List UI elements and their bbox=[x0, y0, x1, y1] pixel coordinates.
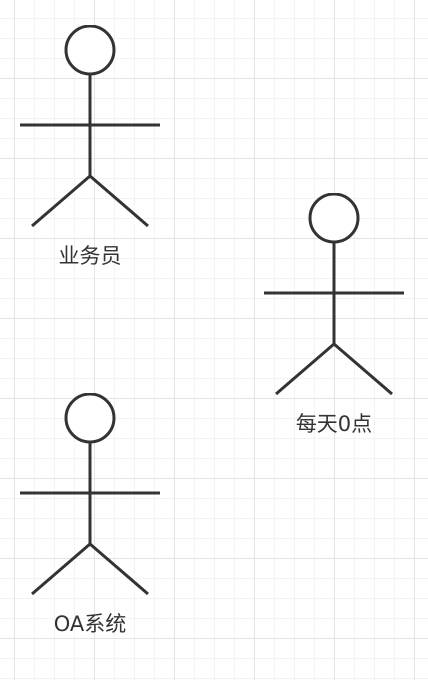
actor-salesperson-figure bbox=[20, 25, 160, 228]
actor-label: 每天0点 bbox=[295, 412, 373, 436]
actor-left-leg bbox=[31, 542, 91, 596]
actor-right-leg bbox=[333, 342, 393, 396]
actor-oa-system-figure bbox=[20, 393, 160, 596]
actor-right-leg bbox=[89, 542, 149, 596]
actor-daily-midnight[interactable]: 每天0点 bbox=[264, 193, 404, 443]
actor-right-leg bbox=[89, 174, 149, 228]
actor-head bbox=[64, 393, 116, 444]
actor-label: 业务员 bbox=[58, 244, 122, 268]
actor-left-leg bbox=[31, 174, 91, 228]
actor-label: OA系统 bbox=[53, 612, 127, 636]
actor-daily-midnight-figure bbox=[264, 193, 404, 396]
actor-left-leg bbox=[275, 342, 335, 396]
actor-oa-system[interactable]: OA系统 bbox=[20, 393, 160, 643]
actor-head bbox=[308, 193, 360, 244]
diagram-canvas: 业务员 每天0点 OA系统 bbox=[0, 0, 428, 680]
actor-head bbox=[64, 25, 116, 76]
actor-salesperson[interactable]: 业务员 bbox=[20, 25, 160, 275]
